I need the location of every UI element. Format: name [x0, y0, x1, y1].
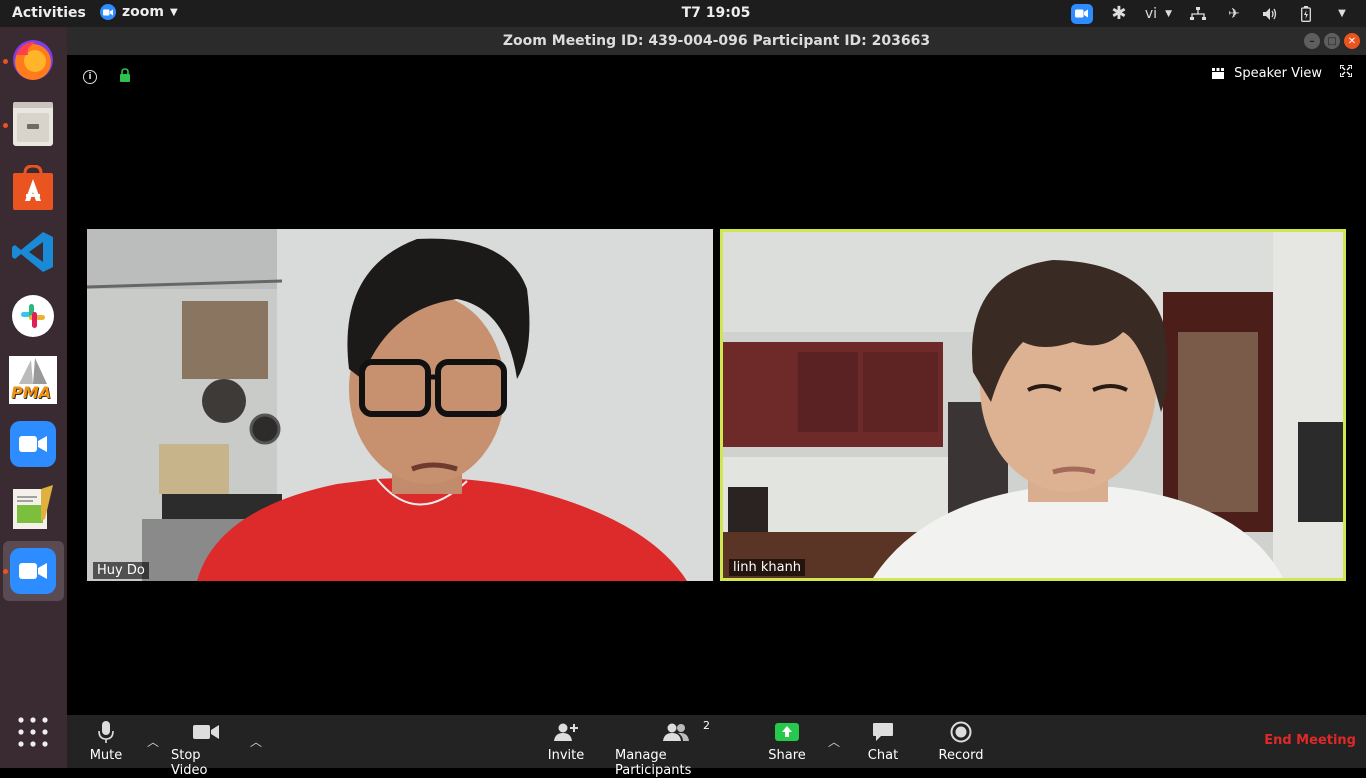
window-controls: – □ ✕	[1304, 33, 1360, 49]
files-icon[interactable]	[8, 99, 58, 149]
manage-participants-label: Manage Participants	[615, 748, 692, 778]
meeting-area: i Speaker View Huy Do linh khanh	[67, 55, 1366, 715]
pma-label: PMA	[11, 383, 52, 402]
video-feed	[87, 229, 713, 581]
chevron-down-icon[interactable]: ▼	[1332, 5, 1352, 23]
window-title: Zoom Meeting ID: 439-004-096 Participant…	[502, 33, 931, 49]
video-tile-linh-khanh[interactable]: linh khanh	[720, 229, 1346, 581]
vscode-icon[interactable]	[8, 227, 58, 277]
stop-video-button[interactable]: Stop Video	[171, 720, 241, 778]
close-button[interactable]: ✕	[1344, 33, 1360, 49]
record-button[interactable]: Record	[937, 720, 985, 763]
participant-name-label: linh khanh	[729, 559, 806, 576]
encryption-lock-icon[interactable]	[119, 67, 131, 86]
speaker-view-button[interactable]: Speaker View	[1212, 66, 1322, 81]
system-tray: ✱ vi ▼ ✈ ▼	[1070, 2, 1352, 25]
manage-participants-button[interactable]: Manage Participants	[615, 720, 737, 778]
chat-label: Chat	[867, 748, 899, 763]
end-meeting-button[interactable]: End Meeting	[1264, 733, 1356, 748]
info-icon[interactable]: i	[83, 69, 97, 84]
invite-label: Invite	[547, 748, 585, 763]
video-tile-huy-do[interactable]: Huy Do	[87, 229, 713, 581]
slack-icon[interactable]	[8, 291, 58, 341]
network-icon[interactable]	[1188, 5, 1208, 23]
share-label: Share	[768, 748, 806, 763]
participant-count-badge: 2	[703, 719, 710, 732]
audio-options-caret-icon[interactable]: ︿	[147, 733, 159, 750]
record-label: Record	[938, 748, 984, 763]
invite-button[interactable]: Invite	[545, 720, 587, 763]
minimize-button[interactable]: –	[1304, 33, 1320, 49]
ubuntu-software-icon[interactable]	[8, 163, 58, 213]
microphone-icon	[98, 720, 114, 744]
speaker-view-label: Speaker View	[1234, 65, 1322, 81]
top-bar: Activities zoom ▼ T7 19:05 ✱ vi ▼ ✈ ▼	[0, 0, 1366, 27]
fullscreen-icon[interactable]	[1339, 64, 1353, 81]
mute-button[interactable]: Mute	[89, 720, 123, 763]
stop-video-label: Stop Video	[171, 748, 208, 778]
participants-icon	[663, 720, 689, 744]
input-language[interactable]: vi ▼	[1145, 5, 1172, 23]
zoom-icon[interactable]	[8, 419, 58, 469]
participant-name-label: Huy Do	[93, 562, 149, 579]
volume-icon[interactable]	[1260, 5, 1280, 23]
show-applications-icon[interactable]	[8, 707, 58, 757]
slack-tray-icon[interactable]: ✱	[1109, 3, 1129, 24]
video-camera-icon	[193, 720, 219, 744]
mute-label: Mute	[89, 748, 123, 763]
grid-icon	[1212, 67, 1225, 79]
share-screen-icon	[775, 720, 799, 744]
share-button[interactable]: Share	[767, 720, 807, 763]
meeting-info-icons: i	[83, 67, 131, 86]
zoom-tray-icon[interactable]	[1070, 3, 1093, 24]
add-user-icon	[554, 720, 578, 744]
video-feed	[723, 232, 1343, 578]
firefox-icon[interactable]	[8, 35, 58, 85]
text-editor-icon[interactable]	[8, 483, 58, 533]
view-controls: Speaker View	[1212, 64, 1353, 81]
battery-icon[interactable]	[1296, 5, 1316, 23]
phpmyadmin-icon[interactable]: PMA	[8, 355, 58, 405]
chevron-down-icon: ▼	[1165, 8, 1172, 19]
chat-button[interactable]: Chat	[866, 720, 900, 763]
window-title-bar[interactable]: Zoom Meeting ID: 439-004-096 Participant…	[67, 27, 1366, 55]
meeting-toolbar: Mute ︿ Stop Video ︿ Invite Manage Partic…	[67, 715, 1366, 778]
language-label: vi	[1144, 5, 1158, 22]
dock: PMA	[0, 27, 67, 768]
chat-bubble-icon	[872, 720, 894, 744]
video-options-caret-icon[interactable]: ︿	[250, 733, 262, 750]
record-icon	[950, 720, 972, 744]
zoom-active-icon[interactable]	[8, 546, 58, 596]
share-options-caret-icon[interactable]: ︿	[828, 733, 840, 750]
maximize-button[interactable]: □	[1324, 33, 1340, 49]
airplane-mode-icon[interactable]: ✈	[1224, 5, 1244, 23]
